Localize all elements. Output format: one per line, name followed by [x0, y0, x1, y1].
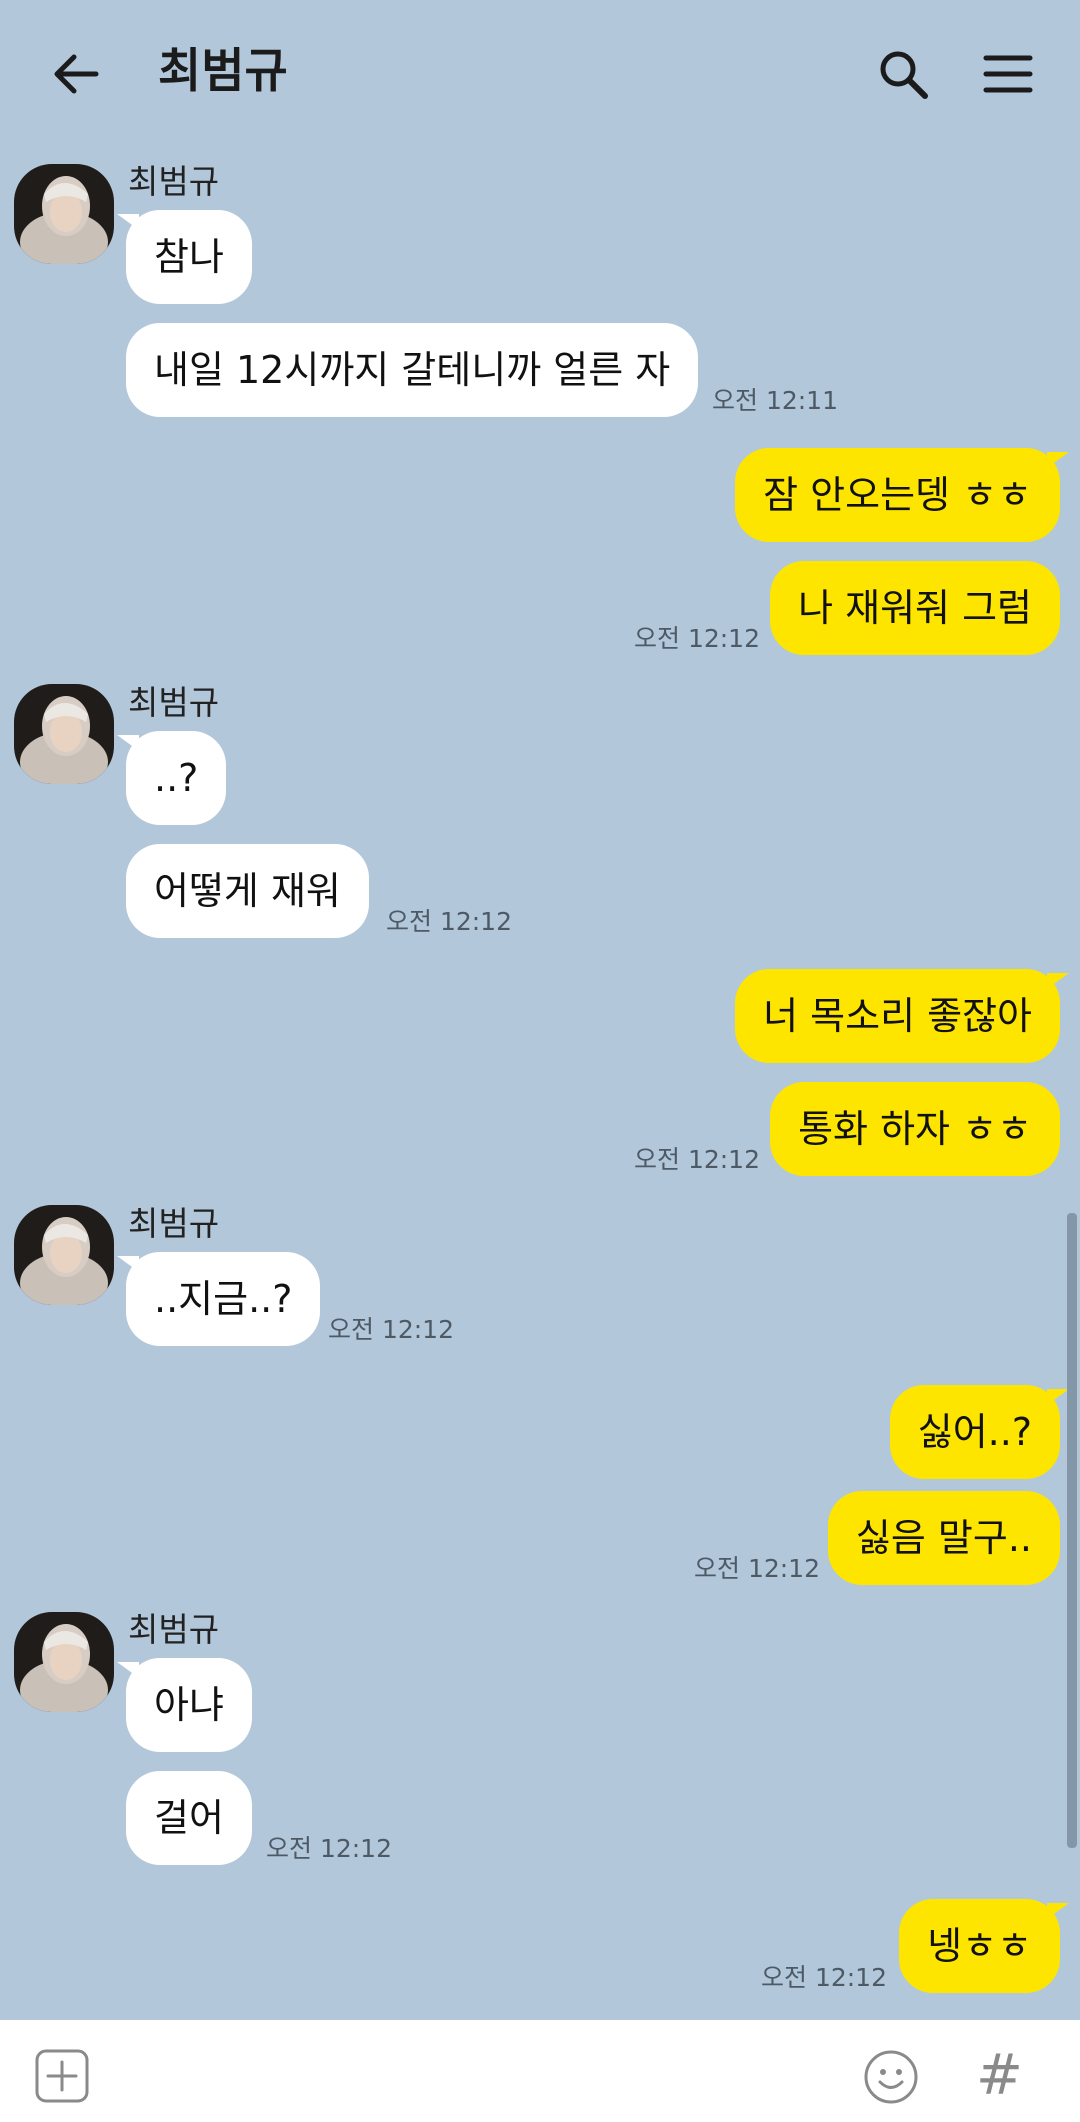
profile-photo-icon	[14, 684, 114, 784]
sender-name: 최범규	[128, 683, 220, 722]
sender-name: 최범규	[128, 1204, 220, 1243]
message-bubble-incoming[interactable]: 내일 12시까지 갈테니까 얼른 자	[126, 323, 699, 417]
message-bubble-incoming[interactable]: ..지금..?	[116, 1252, 321, 1346]
message-bubble-incoming[interactable]: 아냐	[117, 1658, 252, 1752]
sender-name: 최범규	[128, 1610, 220, 1649]
back-button[interactable]	[46, 44, 106, 104]
message-bubble-incoming[interactable]: 어떻게 재워	[126, 844, 369, 938]
search-icon	[880, 51, 928, 99]
message-bubble-outgoing[interactable]: 너 목소리 좋잖아	[735, 969, 1069, 1063]
chat-message-list[interactable]: 최범규 참나 내일 12시까지 갈테니까 얼른 자 오전 12:11 잠 안오는…	[0, 150, 1080, 2020]
message-timestamp: 오전 12:11	[712, 386, 838, 415]
emoji-button[interactable]	[862, 2048, 920, 2106]
arrow-left-icon	[54, 54, 99, 94]
hashtag-search-button[interactable]: #	[976, 2036, 1023, 2116]
message-bubble-incoming[interactable]: 참나	[117, 210, 252, 304]
profile-photo-icon	[14, 1612, 114, 1712]
plus-box-icon	[35, 2049, 89, 2103]
avatar[interactable]	[14, 1205, 114, 1305]
chat-header: 최범규	[0, 0, 1080, 150]
avatar[interactable]	[14, 164, 114, 264]
message-bubble-outgoing[interactable]: 잠 안오는뎅 ㅎㅎ	[735, 448, 1069, 542]
message-bubble-incoming[interactable]: ..?	[116, 731, 227, 825]
search-button[interactable]	[873, 44, 933, 104]
menu-icon	[983, 55, 1033, 93]
message-timestamp: 오전 12:12	[634, 1145, 760, 1174]
message-timestamp: 오전 12:12	[386, 907, 512, 936]
message-timestamp: 오전 12:12	[694, 1554, 820, 1583]
emoji-icon	[864, 2050, 918, 2104]
profile-photo-icon	[14, 164, 114, 264]
avatar[interactable]	[14, 684, 114, 784]
message-timestamp: 오전 12:12	[761, 1963, 887, 1992]
attach-button[interactable]	[34, 2048, 90, 2104]
message-bubble-outgoing[interactable]: 싫음 말구..	[827, 1491, 1060, 1585]
message-timestamp: 오전 12:12	[266, 1834, 392, 1863]
message-bubble-outgoing[interactable]: 싫어..?	[889, 1385, 1070, 1479]
message-bubble-outgoing[interactable]: 나 재워줘 그럼	[770, 561, 1060, 655]
chat-scrollbar[interactable]	[1067, 1213, 1077, 1848]
profile-photo-icon	[14, 1205, 114, 1305]
message-bubble-incoming[interactable]: 걸어	[126, 1771, 252, 1865]
menu-button[interactable]	[978, 44, 1038, 104]
message-bubble-outgoing[interactable]: 통화 하자 ㅎㅎ	[770, 1082, 1060, 1176]
message-timestamp: 오전 12:12	[634, 624, 760, 653]
message-input-bar: #	[0, 2020, 1080, 2122]
chat-title: 최범규	[158, 44, 288, 99]
message-timestamp: 오전 12:12	[328, 1315, 454, 1344]
message-bubble-outgoing[interactable]: 넹ㅎㅎ	[899, 1899, 1069, 1993]
sender-name: 최범규	[128, 162, 220, 201]
avatar[interactable]	[14, 1612, 114, 1712]
